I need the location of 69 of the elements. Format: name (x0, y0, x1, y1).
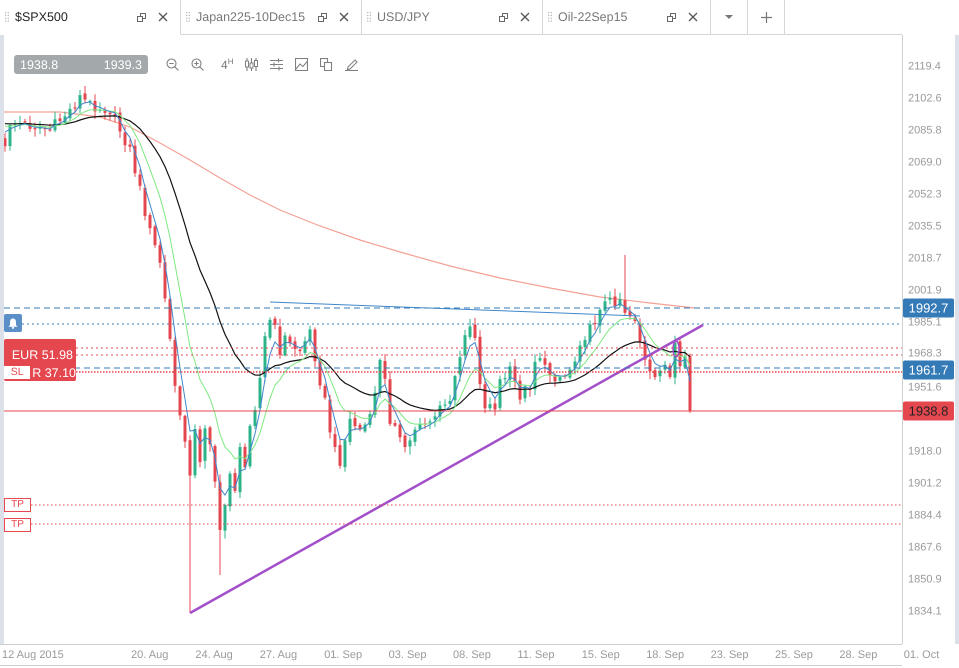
date-tick-label: 01. Sep (324, 649, 362, 661)
stop-loss-tag: SL (4, 366, 30, 379)
date-tick-label: 12 Aug 2015 (2, 649, 64, 661)
restore-icon[interactable] (137, 12, 146, 22)
price-tick-label: 1968.3 (908, 348, 942, 360)
drag-handle-icon[interactable] (367, 12, 371, 22)
restore-icon[interactable] (667, 12, 676, 22)
price-tick-label: 2085.8 (908, 126, 942, 137)
restore-icon[interactable] (499, 12, 508, 22)
price-tick-label: 2052.3 (908, 190, 942, 201)
date-tick-label: 20. Aug (131, 649, 168, 661)
date-tick-label: 28. Sep (839, 649, 878, 661)
price-tick-label: 1850.9 (908, 574, 942, 586)
price-tick-label: 1951.6 (908, 382, 942, 394)
ask-price: 1939.3 (104, 58, 142, 72)
date-tick-label: 08. Sep (453, 649, 491, 661)
take-profit-tag: TP (4, 518, 31, 532)
price-tick-label: 1867.6 (908, 542, 942, 554)
caret-icon (725, 15, 733, 19)
copy-icon[interactable] (320, 58, 334, 71)
timeframe-button[interactable]: 4$^{H}$ (221, 58, 234, 72)
candlestick-icon[interactable] (245, 58, 258, 71)
price-tick-label: 1884.4 (908, 510, 942, 522)
close-icon[interactable] (520, 12, 530, 22)
date-tick-label: 27. Aug (260, 649, 298, 661)
price-tick-label: 2119.4 (908, 62, 941, 72)
date-tick-label: 18. Sep (646, 649, 684, 661)
ellipse-annotation (672, 340, 680, 358)
close-icon[interactable] (688, 12, 698, 22)
price-tick-label: 1834.1 (908, 606, 942, 618)
date-tick-label: 23. Sep (710, 649, 749, 661)
close-icon[interactable] (158, 12, 168, 22)
tab[interactable]: Japan225-10Dec15 (181, 0, 362, 35)
price-tick-label: 1985.1 (908, 318, 942, 329)
stop-loss-amount: R 37.10 (32, 366, 76, 380)
chart-line-icon[interactable] (295, 58, 308, 71)
price-tick-label: 1901.2 (908, 478, 942, 490)
take-profit-tag: TP (4, 498, 31, 512)
price-tick-label: 2001.9 (908, 286, 942, 297)
price-tick-label: 2035.5 (908, 222, 942, 233)
tab[interactable]: Oil-22Sep15 (543, 0, 711, 35)
bell-icon (8, 318, 18, 328)
price-tick-label: 2069.0 (908, 158, 942, 169)
date-tick-label: 03. Sep (388, 649, 427, 661)
zoom-in-icon[interactable] (191, 58, 204, 71)
price-tick-label: 1918.0 (908, 446, 942, 458)
date-tick-label: 15. Sep (582, 649, 620, 661)
price-tick-label: 2018.7 (908, 254, 942, 265)
price-tick-label: 2102.6 (908, 94, 942, 105)
date-tick-label: 01. Oct (904, 649, 940, 661)
price-label: 1961.7 (903, 360, 954, 380)
date-tick-label: 25. Sep (775, 649, 813, 661)
pencil-icon[interactable] (345, 58, 358, 71)
drag-handle-icon[interactable] (5, 12, 9, 22)
price-label: 1938.8 (903, 402, 954, 420)
alert-button[interactable] (4, 314, 22, 332)
bid-price: 1938.8 (20, 58, 58, 72)
date-tick-label: 24. Aug (195, 649, 233, 661)
close-icon[interactable] (339, 12, 349, 22)
sliders-icon[interactable] (270, 58, 284, 71)
position-amount: EUR 51.98 (12, 348, 73, 362)
price-label: 1992.7 (903, 298, 954, 318)
zoom-out-icon[interactable] (166, 58, 179, 71)
date-tick-label: 11. Sep (517, 649, 554, 661)
drag-handle-icon[interactable] (548, 12, 552, 22)
restore-icon[interactable] (318, 12, 327, 22)
drag-handle-icon[interactable] (186, 12, 190, 22)
plus-icon (760, 12, 772, 22)
tab[interactable]: USD/JPY (362, 0, 543, 35)
